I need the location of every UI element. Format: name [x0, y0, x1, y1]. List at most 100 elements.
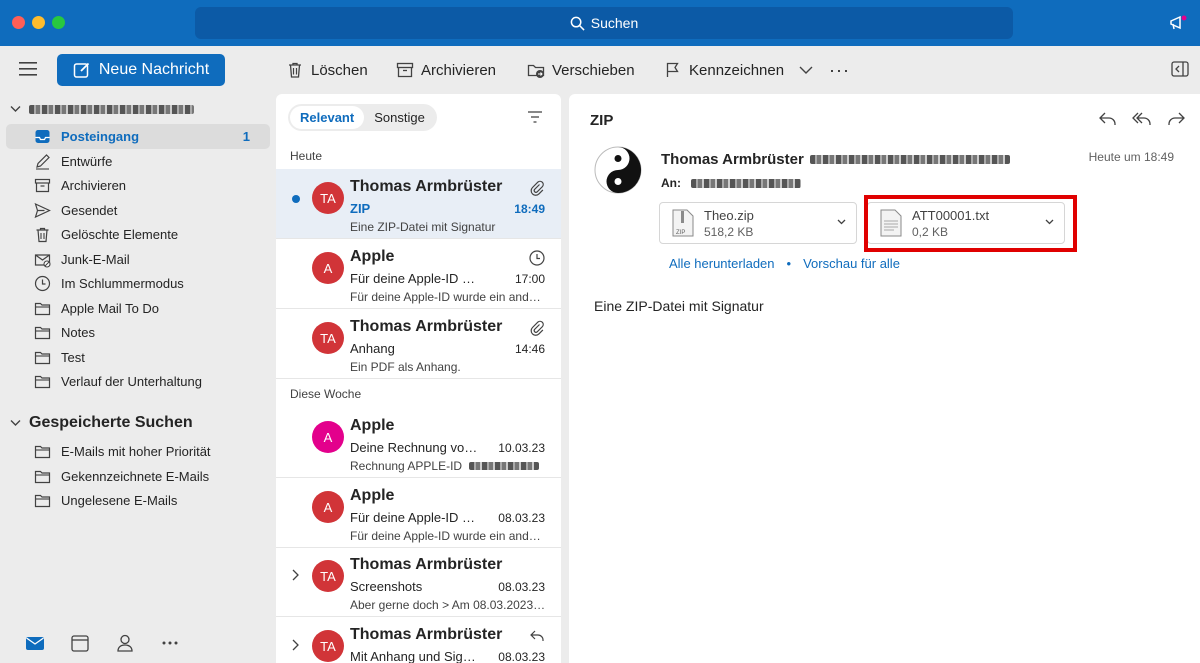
archive-icon [34, 178, 51, 193]
reply-all-icon[interactable] [1132, 110, 1152, 128]
minimize-window-button[interactable] [32, 16, 45, 29]
folder-label: Verlauf der Unterhaltung [61, 374, 202, 389]
chevron-right-icon[interactable] [290, 639, 300, 651]
unread-count-badge: 1 [242, 129, 250, 144]
redacted-account-name [29, 104, 194, 114]
flag-options-button[interactable] [797, 58, 815, 82]
reply-icon [530, 630, 544, 641]
message-row[interactable]: A Apple Für deine Apple-ID wurde ein... … [276, 239, 561, 309]
folder-label: Im Schlummermodus [61, 276, 184, 291]
folder-junk[interactable]: Junk-E-Mail [6, 247, 270, 272]
email-to: An: [661, 176, 801, 190]
message-preview: Eine ZIP-Datei mit Signatur [350, 220, 496, 234]
message-sender: Thomas Armbrüster [350, 626, 503, 643]
preview-all-link[interactable]: Vorschau für alle [803, 256, 900, 271]
avatar: A [312, 421, 344, 453]
message-row[interactable]: TA Thomas Armbrüster Anhang 14:46 Ein PD… [276, 309, 561, 379]
attachment-card[interactable]: ZIP Theo.zip 518,2 KB [659, 202, 857, 244]
close-window-button[interactable] [12, 16, 25, 29]
inbox-tabs: Relevant Sonstige [288, 104, 437, 131]
toolbar: Neue Nachricht Löschen Archivieren Versc… [0, 46, 1200, 94]
folder-drafts[interactable]: Entwürfe [6, 149, 270, 174]
filter-icon[interactable] [527, 110, 543, 124]
folder-conversation-history[interactable]: Verlauf der Unterhaltung [6, 369, 270, 394]
search-bar[interactable]: Suchen [195, 7, 1013, 39]
tab-relevant[interactable]: Relevant [290, 106, 365, 129]
redacted-recipient[interactable] [691, 178, 801, 188]
saved-search-flagged[interactable]: Gekennzeichnete E-Mails [6, 464, 270, 489]
folder-label: Gelöschte Elemente [61, 227, 179, 242]
folder-label: Notes [61, 325, 95, 340]
move-button[interactable]: Verschieben [527, 58, 635, 82]
more-apps-icon[interactable] [160, 634, 180, 652]
message-subject: ZIP [350, 201, 371, 216]
bottom-navigation [0, 628, 276, 658]
people-icon[interactable] [115, 634, 135, 652]
zoom-window-button[interactable] [52, 16, 65, 29]
mail-icon[interactable] [25, 634, 45, 652]
zip-file-icon: ZIP [672, 209, 694, 237]
folder-test[interactable]: Test [6, 345, 270, 370]
pencil-icon [36, 154, 50, 170]
folder-label: Ungelesene E-Mails [61, 493, 178, 508]
message-preview-text: Rechnung APPLE-ID [350, 459, 463, 473]
message-row[interactable]: TA Thomas Armbrüster Mit Anhang und Sign… [276, 617, 561, 663]
sidebar: Posteingang 1 Entwürfe Archivieren Gesen… [0, 94, 276, 663]
message-preview: Für deine Apple-ID wurde ein anderes... [350, 290, 546, 304]
archive-icon [396, 62, 414, 78]
folder-notes[interactable]: Notes [6, 320, 270, 345]
folder-deleted[interactable]: Gelöschte Elemente [6, 222, 270, 247]
folder-sent[interactable]: Gesendet [6, 198, 270, 223]
delete-button[interactable]: Löschen [286, 58, 368, 82]
message-subject: Anhang [350, 341, 395, 356]
attachment-name: Theo.zip [704, 207, 754, 223]
folder-label: Gesendet [61, 203, 118, 218]
folder-icon [34, 326, 51, 340]
archive-button[interactable]: Archivieren [396, 58, 496, 82]
message-row[interactable]: A Apple Für deine Apple-ID wurde ein... … [276, 478, 561, 548]
account-header[interactable] [10, 100, 194, 118]
message-time: 10.03.23 [498, 441, 545, 455]
unread-indicator [292, 195, 300, 203]
folder-icon [34, 351, 51, 365]
folder-archive[interactable]: Archivieren [6, 173, 270, 198]
chevron-down-icon [799, 66, 813, 74]
message-row[interactable]: TA Thomas Armbrüster Screenshots 08.03.2… [276, 547, 561, 617]
saved-search-high-priority[interactable]: E-Mails mit hoher Priorität [6, 439, 270, 464]
folder-inbox[interactable]: Posteingang 1 [6, 124, 270, 149]
saved-searches-header[interactable]: Gespeicherte Suchen [10, 414, 193, 432]
avatar: TA [312, 630, 344, 662]
message-sender: Thomas Armbrüster [350, 178, 503, 195]
tab-other[interactable]: Sonstige [364, 106, 435, 129]
archive-label: Archivieren [421, 61, 497, 79]
download-all-link[interactable]: Alle herunterladen [669, 256, 775, 271]
svg-text:ZIP: ZIP [676, 230, 685, 236]
hamburger-menu-icon[interactable] [19, 62, 37, 76]
forward-icon[interactable] [1166, 110, 1186, 128]
saved-search-unread[interactable]: Ungelesene E-Mails [6, 488, 270, 513]
message-preview: Für deine Apple-ID wurde ein anderes... [350, 529, 546, 543]
sender-name[interactable]: Thomas Armbrüster [661, 151, 804, 168]
sender-avatar [594, 146, 642, 194]
flag-button[interactable]: Kennzeichnen [664, 58, 784, 82]
chevron-down-icon[interactable] [837, 218, 846, 226]
avatar: TA [312, 560, 344, 592]
message-subject: Deine Rechnung von Apple [350, 440, 480, 455]
chevron-right-icon[interactable] [290, 569, 300, 581]
more-actions-button[interactable]: ··· [829, 58, 850, 82]
folder-snoozed[interactable]: Im Schlummermodus [6, 271, 270, 296]
folder-apple-mail-todo[interactable]: Apple Mail To Do [6, 296, 270, 321]
more-label: ··· [829, 59, 850, 80]
megaphone-icon[interactable] [1168, 13, 1188, 33]
reply-icon[interactable] [1098, 110, 1118, 128]
reply-actions [1098, 110, 1186, 128]
avatar: TA [312, 182, 344, 214]
folder-label: Test [61, 350, 85, 365]
new-message-button[interactable]: Neue Nachricht [57, 54, 225, 86]
message-time: 08.03.23 [498, 580, 545, 594]
calendar-icon[interactable] [70, 634, 90, 652]
panel-toggle-icon[interactable] [1171, 61, 1189, 77]
folder-icon [34, 375, 51, 389]
message-row[interactable]: A Apple Deine Rechnung von Apple 10.03.2… [276, 408, 561, 478]
message-row[interactable]: TA Thomas Armbrüster ZIP 18:49 Eine ZIP-… [276, 169, 561, 239]
